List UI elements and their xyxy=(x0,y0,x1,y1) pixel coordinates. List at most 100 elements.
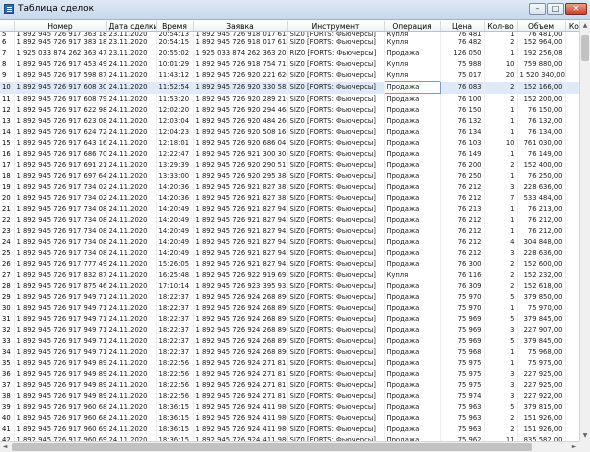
column-header-order[interactable]: Заявка xyxy=(193,21,288,32)
cell-deal-number: 1 892 945 726 917 608 798 xyxy=(14,93,107,105)
table-row[interactable]: 26 1 892 945 726 917 777 498 24.11.2020 15:… xyxy=(0,259,579,270)
cell-deal-time: 14:20:49 xyxy=(156,248,194,259)
table-row[interactable]: 37 1 892 945 726 917 949 895 24.11.2020 18:… xyxy=(0,380,579,391)
scroll-left-icon[interactable]: ◄ xyxy=(0,442,10,452)
column-header-operation[interactable]: Операция xyxy=(384,21,441,32)
table-row[interactable]: 22 1 892 945 726 917 734 084 24.11.2020 14:… xyxy=(0,215,579,226)
cell-order-number: 1 892 945 726 924 268 896 xyxy=(193,292,288,303)
table-row[interactable]: 36 1 892 945 726 917 949 894 24.11.2020 18:… xyxy=(0,369,579,380)
cell-operation: Продажа xyxy=(384,402,441,413)
cell-operation: Купля xyxy=(384,59,441,70)
cell-instrument: SIZ0 [FORTS: Фьючерсы] xyxy=(287,204,385,215)
cell-quantity: 1 xyxy=(484,116,518,127)
cell-instrument: SIZ0 [FORTS: Фьючерсы] xyxy=(287,303,385,314)
table-row[interactable]: 17 1 892 945 726 917 691 215 24.11.2020 13:… xyxy=(0,160,579,171)
cell-order-number: 1 892 945 726 920 508 161 xyxy=(193,127,288,138)
close-button[interactable]: ✕ xyxy=(565,3,587,15)
table-row[interactable]: 38 1 892 945 726 917 949 896 24.11.2020 18:… xyxy=(0,391,579,402)
horizontal-scroll-thumb[interactable] xyxy=(12,443,532,451)
table-row[interactable]: 11 1 892 945 726 917 608 798 24.11.2020 11:… xyxy=(0,93,579,105)
column-header-date[interactable]: Дата сделки xyxy=(106,21,157,32)
table-row[interactable]: 39 1 892 945 726 917 960 688 24.11.2020 18:… xyxy=(0,402,579,413)
cell-commission xyxy=(565,358,579,369)
table-row[interactable]: 16 1 892 945 726 917 686 702 24.11.2020 12:… xyxy=(0,149,579,160)
cell-deal-date: 24.11.2020 xyxy=(106,424,157,435)
table-row[interactable]: 18 1 892 945 726 917 697 642 24.11.2020 13:… xyxy=(0,171,579,182)
table-row[interactable]: 81 892 945 726 917 453 495 24.11.2020 10:0… xyxy=(0,59,579,70)
cell-row-index: 29 xyxy=(0,292,15,303)
column-header-number[interactable]: Номер xyxy=(14,21,107,32)
table-row[interactable]: 13 1 892 945 726 917 623 088 24.11.2020 12:… xyxy=(0,116,579,127)
scroll-up-icon[interactable]: ▲ xyxy=(580,21,590,31)
cell-price: 75 970 xyxy=(440,303,485,314)
column-header-index[interactable] xyxy=(0,21,15,32)
cell-commission xyxy=(565,314,579,325)
table-row[interactable]: 21 1 892 945 726 917 734 083 24.11.2020 14:… xyxy=(0,204,579,215)
table-row[interactable]: 20 1 892 945 726 917 734 025 24.11.2020 14:… xyxy=(0,193,579,204)
scroll-right-icon[interactable]: ► xyxy=(569,442,579,452)
table-row[interactable]: 15 1 892 945 726 917 643 169 24.11.2020 12:… xyxy=(0,138,579,149)
cell-deal-time: 12:02:20 xyxy=(156,105,194,116)
minimize-button[interactable]: – xyxy=(529,3,546,15)
cell-deal-date: 24.11.2020 xyxy=(106,237,157,248)
table-row[interactable]: 40 1 892 945 726 917 960 689 24.11.2020 18:… xyxy=(0,413,579,424)
scrollbar-corner xyxy=(579,441,590,452)
table-row[interactable]: 23 1 892 945 726 917 734 085 24.11.2020 14:… xyxy=(0,226,579,237)
column-header-quantity[interactable]: Кол-во xyxy=(484,21,518,32)
cell-operation: Продажа xyxy=(384,358,441,369)
table-row[interactable]: 35 1 892 945 726 917 949 893 24.11.2020 18:… xyxy=(0,358,579,369)
table-row[interactable]: 61 892 945 726 917 383 183 23.11.2020 20:5… xyxy=(0,37,579,48)
maximize-button[interactable]: □ xyxy=(547,3,564,15)
table-row[interactable]: 28 1 892 945 726 917 875 461 24.11.2020 17:… xyxy=(0,281,579,292)
cell-instrument: SIZ0 [FORTS: Фьючерсы] xyxy=(287,325,385,336)
table-row[interactable]: 14 1 892 945 726 917 624 722 24.11.2020 12:… xyxy=(0,127,579,138)
cell-commission xyxy=(565,193,579,204)
table-row[interactable]: 30 1 892 945 726 917 949 711 24.11.2020 18:… xyxy=(0,303,579,314)
cell-deal-date: 24.11.2020 xyxy=(106,182,157,193)
cell-deal-number: 1 892 945 726 917 960 688 xyxy=(14,402,107,413)
cell-price: 75 974 xyxy=(440,391,485,402)
cell-deal-number: 1 892 945 726 917 697 642 xyxy=(14,171,107,182)
vertical-scrollbar[interactable]: ▲ ▼ xyxy=(579,21,590,441)
table-row[interactable]: 41 1 892 945 726 917 960 690 24.11.2020 18:… xyxy=(0,424,579,435)
table-row[interactable]: 34 1 892 945 726 917 949 715 24.11.2020 18:… xyxy=(0,347,579,358)
cell-deal-time: 20:54:15 xyxy=(156,37,194,48)
cell-volume: 76 250,00 xyxy=(517,171,566,182)
cell-deal-number: 1 892 945 726 917 734 085 xyxy=(14,226,107,237)
cell-price: 76 212 xyxy=(440,248,485,259)
cell-deal-time: 18:22:56 xyxy=(156,358,194,369)
table-row[interactable]: 31 1 892 945 726 917 949 712 24.11.2020 18:… xyxy=(0,314,579,325)
cell-deal-time: 18:36:15 xyxy=(156,402,194,413)
cell-volume: 151 926,00 xyxy=(517,424,566,435)
column-header-volume[interactable]: Объем xyxy=(517,21,566,32)
column-header-price[interactable]: Цена xyxy=(440,21,485,32)
cell-deal-time: 17:10:14 xyxy=(156,281,194,292)
cell-operation: Продажа xyxy=(384,347,441,358)
cell-volume: 75 970,00 xyxy=(517,303,566,314)
column-header-instrument[interactable]: Инструмент xyxy=(287,21,385,32)
cell-quantity: 10 xyxy=(484,138,518,149)
column-header-time[interactable]: Время xyxy=(156,21,194,32)
table-row[interactable]: 10 1 892 945 726 917 608 301 24.11.2020 11:… xyxy=(0,81,579,94)
scroll-down-icon[interactable]: ▼ xyxy=(580,431,590,441)
vertical-scroll-thumb[interactable] xyxy=(581,35,589,61)
cell-order-number: 1 892 945 726 924 411 986 xyxy=(193,402,288,413)
table-row[interactable]: 29 1 892 945 726 917 949 710 24.11.2020 18:… xyxy=(0,292,579,303)
table-row[interactable]: 32 1 892 945 726 917 949 713 24.11.2020 18:… xyxy=(0,325,579,336)
cell-deal-date: 24.11.2020 xyxy=(106,116,157,127)
cell-deal-number: 1 892 945 726 917 949 714 xyxy=(14,336,107,347)
cell-row-index: 21 xyxy=(0,204,15,215)
cell-operation: Продажа xyxy=(384,160,441,171)
table-row[interactable]: 71 925 033 874 262 363 477 23.11.2020 20:5… xyxy=(0,48,579,59)
table-row[interactable]: 12 1 892 945 726 917 622 981 24.11.2020 12:… xyxy=(0,105,579,116)
window-titlebar[interactable]: Таблица сделок – □ ✕ xyxy=(0,0,590,20)
cell-commission xyxy=(565,81,579,94)
column-header-commission[interactable]: Комм xyxy=(565,21,579,32)
table-row[interactable]: 91 892 945 726 917 598 875 24.11.2020 11:4… xyxy=(0,70,579,82)
horizontal-scrollbar[interactable]: ◄ ► xyxy=(0,441,579,452)
table-row[interactable]: 33 1 892 945 726 917 949 714 24.11.2020 18:… xyxy=(0,336,579,347)
table-row[interactable]: 24 1 892 945 726 917 734 086 24.11.2020 14:… xyxy=(0,237,579,248)
table-row[interactable]: 19 1 892 945 726 917 734 024 24.11.2020 14:… xyxy=(0,182,579,193)
table-row[interactable]: 27 1 892 945 726 917 832 874 24.11.2020 16:… xyxy=(0,270,579,281)
table-row[interactable]: 25 1 892 945 726 917 734 087 24.11.2020 14:… xyxy=(0,248,579,259)
